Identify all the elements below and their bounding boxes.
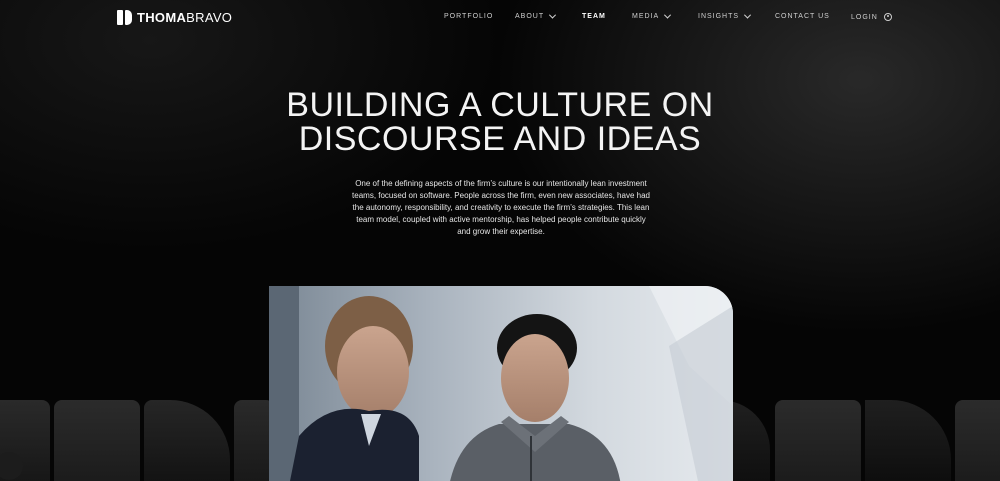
user-circle-icon [883, 13, 892, 21]
nav-login[interactable]: LOGIN [851, 13, 892, 21]
nav-about-label: ABOUT [515, 13, 545, 20]
logo-mark-icon [117, 10, 132, 25]
hero-description: One of the defining aspects of the firm’… [352, 179, 650, 236]
decorative-card [955, 400, 1000, 481]
team-video[interactable] [269, 286, 733, 481]
chevron-down-icon [744, 11, 752, 19]
nav-team-label: TEAM [582, 13, 606, 20]
decorative-card [0, 400, 50, 481]
nav-media-label: MEDIA [632, 13, 660, 20]
nav-media[interactable]: MEDIA [632, 11, 672, 20]
nav-portfolio[interactable]: PORTFOLIO [444, 13, 493, 20]
chevron-down-icon [664, 11, 672, 19]
nav-contact-label: CONTACT US [775, 13, 830, 20]
nav-insights[interactable]: INSIGHTS [698, 11, 752, 20]
decorative-card [54, 400, 140, 481]
decorative-circle [0, 452, 23, 480]
logo-text: THOMABRAVO [137, 10, 233, 25]
logo[interactable]: THOMABRAVO [117, 10, 232, 25]
nav-contact-us[interactable]: CONTACT US [775, 13, 830, 20]
nav-login-label: LOGIN [851, 13, 878, 21]
chevron-down-icon [549, 11, 557, 19]
nav-portfolio-label: PORTFOLIO [444, 13, 494, 20]
decorative-card [775, 400, 861, 481]
hero-title: BUILDING A CULTURE ON DISCOURSE AND IDEA… [200, 88, 800, 156]
hero-title-line1: BUILDING A CULTURE ON [286, 86, 714, 124]
site-header: THOMABRAVO PORTFOLIO ABOUT TEAM MEDIA IN… [0, 0, 1000, 36]
nav-insights-label: INSIGHTS [698, 13, 740, 20]
video-frame-image [269, 286, 733, 481]
decorative-card [234, 400, 274, 481]
nav-about[interactable]: ABOUT [515, 11, 557, 20]
hero-title-line2: DISCOURSE AND IDEAS [298, 120, 702, 158]
nav-team[interactable]: TEAM [582, 13, 606, 20]
